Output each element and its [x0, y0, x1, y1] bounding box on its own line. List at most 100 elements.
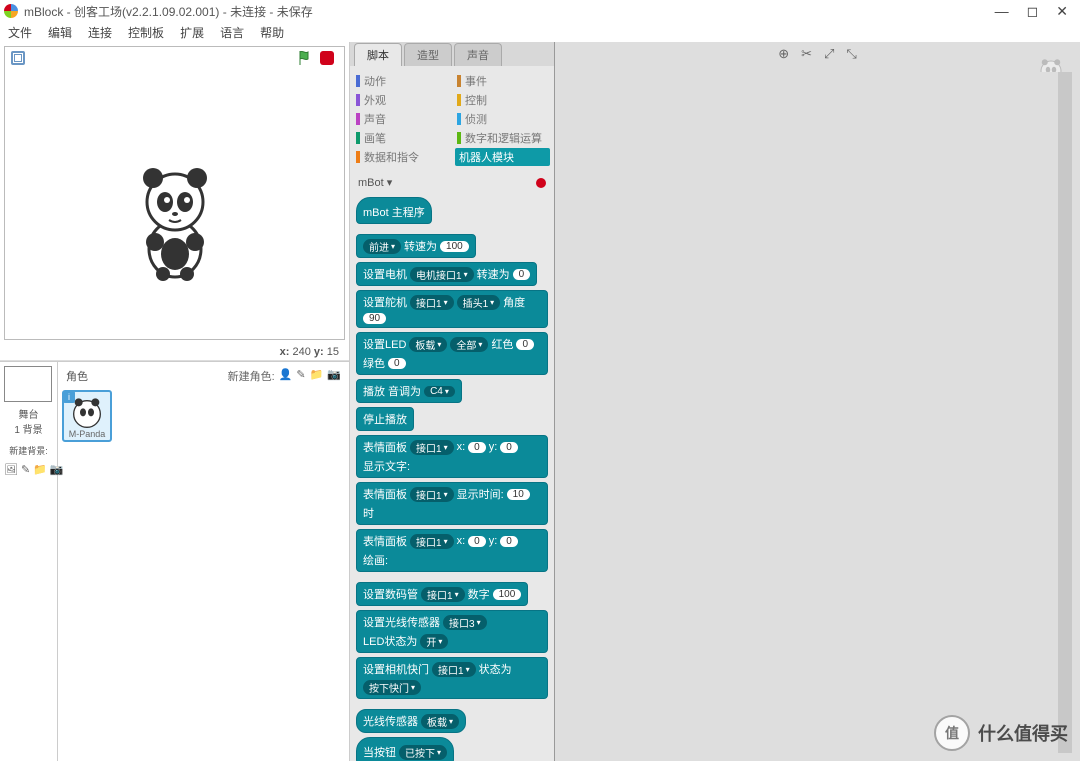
- stage-column: 舞台 1 背景 新建背景: 🖼 ✎ 📁 📷: [0, 362, 58, 761]
- menu-扩展[interactable]: 扩展: [180, 24, 204, 41]
- category-动作[interactable]: 动作: [354, 72, 449, 90]
- grow-icon[interactable]: ⤢: [824, 46, 834, 62]
- input-pill[interactable]: 100: [493, 589, 522, 600]
- block[interactable]: 设置LED板载全部红色0绿色0: [356, 332, 548, 375]
- dropdown[interactable]: 开: [420, 634, 448, 649]
- input-pill[interactable]: 0: [468, 536, 486, 547]
- sprite-thumbnail[interactable]: i M-Panda: [62, 390, 112, 442]
- category-控制[interactable]: 控制: [455, 91, 550, 109]
- dropdown[interactable]: 前进: [363, 239, 401, 254]
- dropdown[interactable]: 板载: [421, 714, 459, 729]
- dropdown[interactable]: 按下快门: [363, 680, 421, 695]
- input-pill[interactable]: 0: [388, 358, 406, 369]
- shrink-icon[interactable]: ⤡: [846, 46, 856, 62]
- category-机器人模块[interactable]: 机器人模块: [455, 148, 550, 166]
- input-pill[interactable]: 0: [500, 442, 518, 453]
- dropdown[interactable]: C4: [424, 386, 455, 397]
- menu-控制板[interactable]: 控制板: [128, 24, 164, 41]
- tab-sound[interactable]: 声音: [454, 43, 502, 66]
- dropdown[interactable]: 接口1: [410, 440, 454, 455]
- stamp-icon[interactable]: ⊕: [778, 46, 789, 62]
- brush-icon[interactable]: ✎: [21, 463, 30, 476]
- robot-selector[interactable]: mBot ▾: [350, 172, 554, 193]
- input-pill[interactable]: 90: [363, 313, 386, 324]
- dropdown[interactable]: 板载: [409, 337, 447, 352]
- watermark: 值 什么值得买: [934, 715, 1068, 751]
- minimize-button[interactable]: —: [995, 3, 1009, 20]
- input-pill[interactable]: 100: [440, 241, 469, 252]
- category-数字和逻辑运算[interactable]: 数字和逻辑运算: [455, 129, 550, 147]
- menu-bar: 文件编辑连接控制板扩展语言帮助: [0, 22, 1080, 42]
- sprite-info-icon[interactable]: i: [63, 391, 75, 403]
- sprite-upload-icon[interactable]: 📁: [310, 368, 324, 384]
- title-bar: mBlock - 创客工场(v2.2.1.09.02.001) - 未连接 - …: [0, 0, 1080, 22]
- dropdown[interactable]: 接口1: [410, 534, 454, 549]
- category-侦测[interactable]: 侦测: [455, 110, 550, 128]
- dropdown[interactable]: 已按下: [399, 745, 447, 760]
- category-外观[interactable]: 外观: [354, 91, 449, 109]
- tab-script[interactable]: 脚本: [354, 43, 402, 66]
- category-事件[interactable]: 事件: [455, 72, 550, 90]
- menu-编辑[interactable]: 编辑: [48, 24, 72, 41]
- block[interactable]: 表情面板接口1x:0y:0绘画:: [356, 529, 548, 572]
- script-canvas[interactable]: ⊕ ✂ ⤢ ⤡ x: -8 y: -13 值 什么值得买: [555, 42, 1080, 761]
- menu-帮助[interactable]: 帮助: [260, 24, 284, 41]
- watermark-icon: 值: [934, 715, 970, 751]
- block[interactable]: 播放 音调为C4: [356, 379, 462, 403]
- sprite-lib-icon[interactable]: 👤: [279, 368, 293, 384]
- dropdown[interactable]: 接口1: [421, 587, 465, 602]
- stage-area[interactable]: [5, 69, 344, 339]
- block[interactable]: 设置光线传感器接口3LED状态为开: [356, 610, 548, 653]
- window-title: mBlock - 创客工场(v2.2.1.09.02.001) - 未连接 - …: [24, 3, 313, 20]
- dropdown[interactable]: 接口1: [410, 295, 454, 310]
- canvas-tools: ⊕ ✂ ⤢ ⤡: [778, 46, 857, 62]
- editor-tabs: 脚本 造型 声音: [350, 42, 554, 66]
- block[interactable]: 设置数码管接口1数字100: [356, 582, 528, 606]
- input-pill[interactable]: 0: [516, 339, 534, 350]
- dropdown[interactable]: 接口3: [443, 615, 487, 630]
- tab-costume[interactable]: 造型: [404, 43, 452, 66]
- input-pill[interactable]: 0: [468, 442, 486, 453]
- menu-文件[interactable]: 文件: [8, 24, 32, 41]
- block[interactable]: mBot 主程序: [356, 197, 432, 224]
- green-flag-icon[interactable]: [298, 50, 314, 66]
- dropdown[interactable]: 全部: [450, 337, 488, 352]
- category-声音[interactable]: 声音: [354, 110, 449, 128]
- paint-icon[interactable]: 🖼: [4, 463, 18, 476]
- block[interactable]: 当按钮已按下: [356, 737, 454, 761]
- maximize-button[interactable]: ◻: [1027, 3, 1039, 20]
- connection-dot-icon: [536, 178, 546, 188]
- stop-icon[interactable]: [320, 51, 334, 65]
- input-pill[interactable]: 0: [500, 536, 518, 547]
- dropdown[interactable]: 插头1: [457, 295, 501, 310]
- input-pill[interactable]: 10: [507, 489, 530, 500]
- category-画笔[interactable]: 画笔: [354, 129, 449, 147]
- menu-语言[interactable]: 语言: [220, 24, 244, 41]
- dropdown[interactable]: 接口1: [432, 662, 476, 677]
- block[interactable]: 设置电机电机接口1转速为0: [356, 262, 537, 286]
- blocks-list: mBot 主程序前进转速为100 设置电机电机接口1转速为0 设置舵机接口1插头1角…: [350, 193, 554, 761]
- panda-sprite[interactable]: [125, 164, 225, 284]
- dropdown[interactable]: 电机接口1: [410, 267, 474, 282]
- sprite-paint-icon[interactable]: ✎: [296, 368, 305, 384]
- dropdown[interactable]: 接口1: [410, 487, 454, 502]
- cut-icon[interactable]: ✂: [801, 46, 812, 62]
- block[interactable]: 设置相机快门接口1状态为按下快门: [356, 657, 548, 699]
- sprite-list: 角色 新建角色: 👤 ✎ 📁 📷 i: [58, 362, 349, 761]
- block[interactable]: 光线传感器板载: [356, 709, 466, 733]
- sprite-camera-icon[interactable]: 📷: [327, 368, 341, 384]
- block[interactable]: 表情面板接口1x:0y:0显示文字:: [356, 435, 548, 478]
- stage-thumbnail[interactable]: [4, 366, 52, 402]
- fullscreen-icon[interactable]: [11, 51, 25, 65]
- block[interactable]: 前进转速为100: [356, 234, 476, 258]
- block[interactable]: 设置舵机接口1插头1角度90: [356, 290, 548, 328]
- close-button[interactable]: ✕: [1056, 3, 1068, 20]
- block-categories: 动作事件外观控制声音侦测画笔数字和逻辑运算数据和指令机器人模块: [350, 66, 554, 172]
- upload-icon[interactable]: 📁: [33, 463, 47, 476]
- input-pill[interactable]: 0: [513, 269, 531, 280]
- block[interactable]: 表情面板接口1显示时间:10时: [356, 482, 548, 525]
- block-palette: 脚本 造型 声音 动作事件外观控制声音侦测画笔数字和逻辑运算数据和指令机器人模块…: [350, 42, 555, 761]
- category-数据和指令[interactable]: 数据和指令: [354, 148, 449, 166]
- menu-连接[interactable]: 连接: [88, 24, 112, 41]
- block[interactable]: 停止播放: [356, 407, 414, 431]
